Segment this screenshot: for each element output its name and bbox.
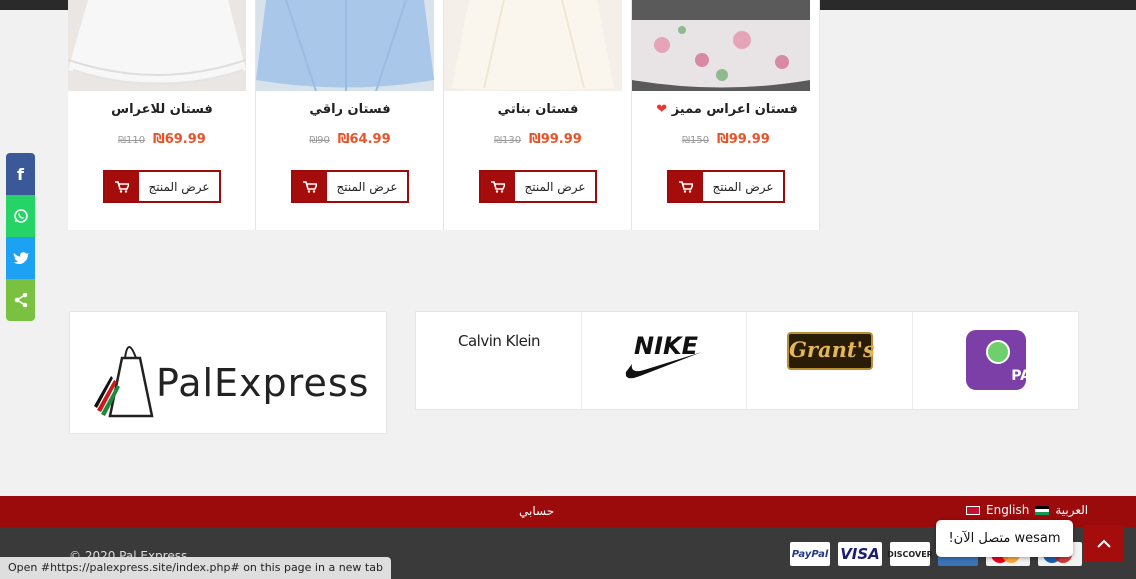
calvin-klein-logo-text: Calvin Klein xyxy=(458,332,541,350)
discover-logo: DISCOVER xyxy=(887,542,933,566)
chat-bubble[interactable]: wesam متصل الآن! xyxy=(936,520,1073,557)
browser-status-bar: Open #https://palexpress.site/index.php#… xyxy=(0,557,391,579)
product-card[interactable]: فستان اعراس مميز ❤ ₪150 ₪99.99 عرض المنت… xyxy=(632,0,820,230)
old-price: ₪130 xyxy=(494,135,522,146)
cart-icon xyxy=(669,172,703,201)
cart-icon xyxy=(293,172,327,201)
lang-english[interactable]: English xyxy=(986,503,1029,517)
view-product-label: عرض المنتج xyxy=(148,179,210,194)
share-icon[interactable] xyxy=(6,279,35,321)
view-product-button[interactable]: عرض المنتج xyxy=(667,170,785,203)
product-image[interactable] xyxy=(68,0,246,91)
scroll-to-top-button[interactable] xyxy=(1084,525,1123,561)
product-image[interactable] xyxy=(444,0,622,91)
brand-grants[interactable]: Grant's xyxy=(747,312,913,409)
uk-flag-icon xyxy=(966,505,980,515)
grants-logo: Grant's xyxy=(787,332,875,370)
my-account-link[interactable]: حسابي xyxy=(519,504,554,518)
product-title[interactable]: فستان راقي xyxy=(256,102,444,117)
pay-drop-icon xyxy=(985,340,1010,364)
palexpress-logo-text: PalExpress xyxy=(156,361,370,405)
view-product-label: عرض المنتج xyxy=(336,179,398,194)
product-card[interactable]: فستان راقي ₪90 ₪64.99 عرض المنتج xyxy=(256,0,444,230)
product-image[interactable] xyxy=(256,0,434,91)
product-image[interactable] xyxy=(632,0,810,91)
visa-logo: VISA xyxy=(838,542,882,566)
cart-icon xyxy=(481,172,515,201)
cart-icon xyxy=(105,172,139,201)
product-title-text: فستان اعراس مميز xyxy=(671,102,798,117)
facebook-icon[interactable]: f xyxy=(6,153,35,195)
heart-icon: ❤ xyxy=(656,102,668,117)
view-product-button[interactable]: عرض المنتج xyxy=(103,170,221,203)
twitter-icon[interactable] xyxy=(6,237,35,279)
old-price: ₪90 xyxy=(309,135,330,146)
language-switcher: English العربية xyxy=(966,503,1088,517)
brand-carousel: Calvin Klein NIKE Grant's PAY xyxy=(415,311,1079,410)
brand-calvin-klein[interactable]: Calvin Klein xyxy=(416,312,582,409)
product-title[interactable]: فستان للاعراس xyxy=(68,102,256,117)
view-product-label: عرض المنتج xyxy=(712,179,774,194)
view-product-button[interactable]: عرض المنتج xyxy=(291,170,409,203)
nike-logo-text: NIKE xyxy=(634,332,699,360)
view-product-button[interactable]: عرض المنتج xyxy=(479,170,597,203)
product-card[interactable]: فستان بناتي ₪130 ₪99.99 عرض المنتج xyxy=(444,0,632,230)
palestine-flag-icon xyxy=(1035,505,1050,515)
new-price: ₪69.99 xyxy=(152,132,206,147)
view-product-label: عرض المنتج xyxy=(524,179,586,194)
new-price: ₪64.99 xyxy=(337,132,391,147)
product-card[interactable]: فستان للاعراس ₪110 ₪69.99 عرض المنتج xyxy=(68,0,256,230)
new-price: ₪99.99 xyxy=(716,132,770,147)
lang-arabic[interactable]: العربية xyxy=(1055,503,1088,517)
brand-nike[interactable]: NIKE xyxy=(582,312,747,409)
product-row: فستان للاعراس ₪110 ₪69.99 عرض المنتج فست… xyxy=(68,0,820,230)
brand-pay[interactable]: PAY xyxy=(913,312,1079,409)
social-share-bar: f xyxy=(6,153,35,321)
shopping-bag-icon xyxy=(94,346,154,418)
paypal-logo: PayPal xyxy=(790,542,830,566)
product-title[interactable]: فستان بناتي xyxy=(444,102,632,117)
whatsapp-icon[interactable] xyxy=(6,195,35,237)
product-price: ₪150 ₪99.99 xyxy=(632,132,820,147)
old-price: ₪150 xyxy=(682,135,710,146)
product-price: ₪90 ₪64.99 xyxy=(256,132,444,147)
nike-logo: NIKE xyxy=(625,332,702,379)
chevron-up-icon xyxy=(1096,539,1111,548)
pay-logo-text: PAY xyxy=(1011,368,1040,384)
old-price: ₪110 xyxy=(118,135,146,146)
pay-logo: PAY xyxy=(965,330,1040,390)
product-title[interactable]: فستان اعراس مميز ❤ xyxy=(632,102,820,117)
new-price: ₪99.99 xyxy=(528,132,582,147)
product-price: ₪110 ₪69.99 xyxy=(68,132,256,147)
palexpress-logo-box[interactable]: PalExpress xyxy=(69,311,387,434)
product-price: ₪130 ₪99.99 xyxy=(444,132,632,147)
